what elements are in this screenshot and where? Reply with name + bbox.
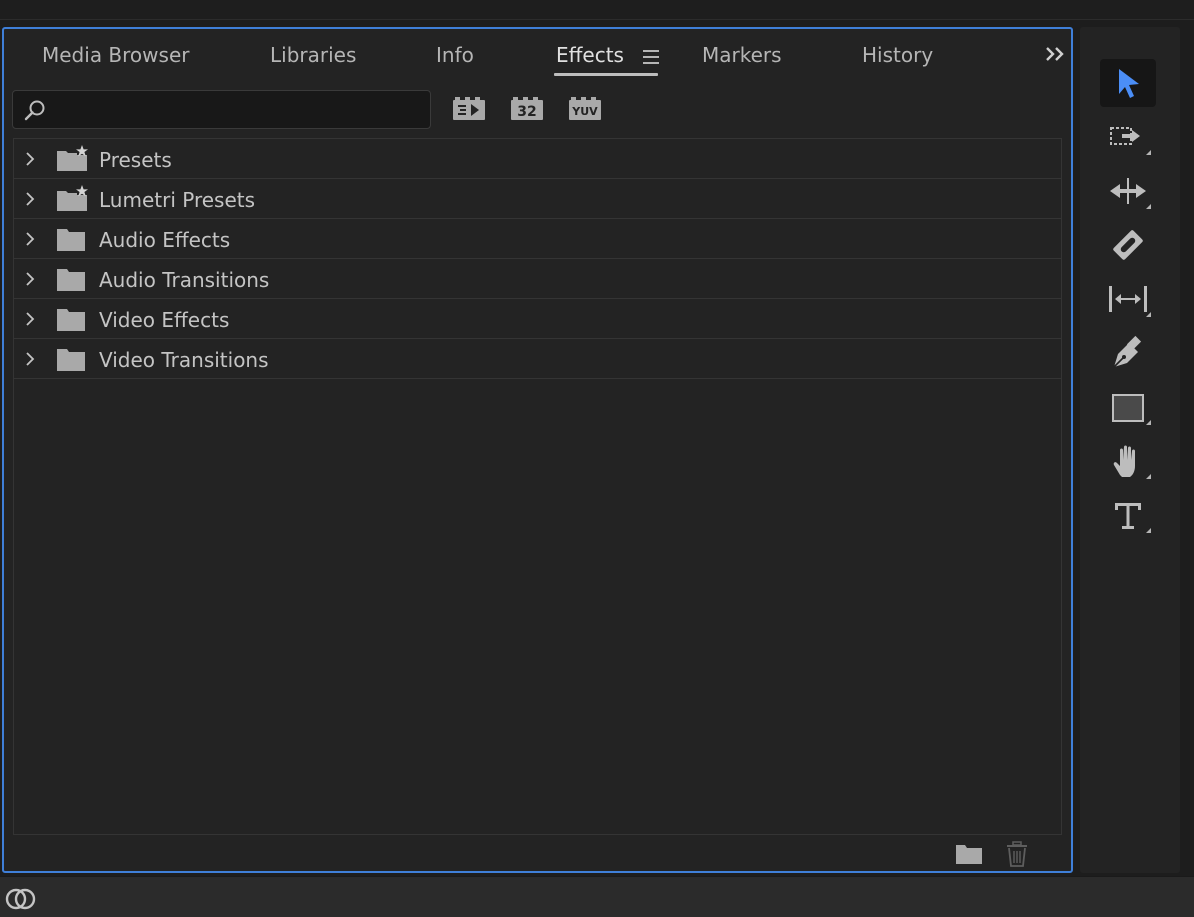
accelerated-effects-button[interactable] (452, 95, 486, 123)
chevron-right-icon[interactable] (24, 311, 36, 327)
folder-icon (57, 309, 85, 331)
chevron-right-icon[interactable] (24, 351, 36, 367)
tab-effects[interactable]: Effects (556, 43, 624, 67)
accelerated-effects-icon (453, 97, 485, 120)
submenu-indicator-icon (1146, 150, 1151, 155)
selection-tool[interactable] (1100, 59, 1156, 107)
folder-icon (57, 229, 85, 251)
32-bit-color-icon: 32 (511, 97, 543, 120)
tree-item-label: Audio Effects (99, 228, 231, 252)
tree-item-label: Lumetri Presets (99, 188, 256, 212)
search-icon (24, 100, 45, 121)
arrow-icon (1119, 69, 1139, 98)
tab-history[interactable]: History (862, 43, 933, 67)
trash-icon[interactable] (1005, 840, 1029, 868)
search-input[interactable] (53, 95, 423, 124)
tab-info[interactable]: Info (436, 43, 474, 67)
submenu-indicator-icon (1146, 312, 1151, 317)
chevron-right-icon[interactable] (24, 271, 36, 287)
hand-tool[interactable] (1100, 437, 1156, 485)
submenu-indicator-icon (1146, 204, 1151, 209)
folder-star-icon (57, 145, 88, 171)
new-bin-icon[interactable] (954, 842, 984, 866)
chevron-double-right-icon[interactable] (1044, 44, 1066, 64)
tab-media-browser[interactable]: Media Browser (42, 43, 189, 67)
tools-panel (1080, 27, 1180, 873)
panel-tabs: Media Browser Libraries Info Effects Mar… (4, 29, 1071, 85)
effects-panel: Media Browser Libraries Info Effects Mar… (2, 27, 1073, 873)
panel-menu-icon[interactable] (642, 49, 660, 65)
chevron-right-icon[interactable] (24, 191, 36, 207)
search-field[interactable] (12, 90, 431, 129)
tree-item-label: Presets (99, 148, 172, 172)
tree-item-video-effects[interactable]: Video Effects (14, 299, 1061, 339)
32-bit-color-button[interactable]: 32 (510, 95, 544, 123)
submenu-indicator-icon (1146, 420, 1151, 425)
submenu-indicator-icon (1146, 474, 1151, 479)
tree-item-audio-effects[interactable]: Audio Effects (14, 219, 1061, 259)
ripple-edit-tool[interactable] (1100, 167, 1156, 215)
chevron-right-icon[interactable] (24, 151, 36, 167)
rectangle-tool[interactable] (1100, 383, 1156, 431)
yuv-effects-icon: YUV (569, 97, 601, 120)
tree-item-presets[interactable]: Presets (14, 139, 1061, 179)
top-bar (0, 0, 1194, 20)
status-bar (0, 876, 1194, 917)
folder-icon (57, 269, 85, 291)
type-tool[interactable] (1100, 491, 1156, 539)
razor-icon (1113, 230, 1143, 260)
yuv-label: YUV (571, 105, 598, 118)
submenu-indicator-icon (1146, 528, 1151, 533)
slip-tool[interactable] (1100, 275, 1156, 323)
creative-cloud-icon[interactable] (4, 885, 38, 913)
folder-star-icon (57, 185, 88, 211)
32-bit-label: 32 (517, 104, 536, 120)
yuv-effects-button[interactable]: YUV (568, 95, 602, 123)
tab-markers[interactable]: Markers (702, 43, 782, 67)
tree-item-label: Video Transitions (99, 348, 269, 372)
active-tab-underline (554, 73, 658, 76)
tree-item-label: Video Effects (99, 308, 230, 332)
tab-libraries[interactable]: Libraries (270, 43, 356, 67)
tree-item-lumetri-presets[interactable]: Lumetri Presets (14, 179, 1061, 219)
tree-item-audio-transitions[interactable]: Audio Transitions (14, 259, 1061, 299)
pen-tool[interactable] (1100, 329, 1156, 377)
razor-tool[interactable] (1100, 221, 1156, 269)
track-select-tool[interactable] (1100, 113, 1156, 161)
tree-item-video-transitions[interactable]: Video Transitions (14, 339, 1061, 379)
effects-tree: Presets Lumetri Presets Audio Effects Au… (13, 138, 1062, 835)
folder-icon (57, 349, 85, 371)
chevron-right-icon[interactable] (24, 231, 36, 247)
tree-item-label: Audio Transitions (99, 268, 270, 292)
pen-icon (1113, 335, 1142, 368)
